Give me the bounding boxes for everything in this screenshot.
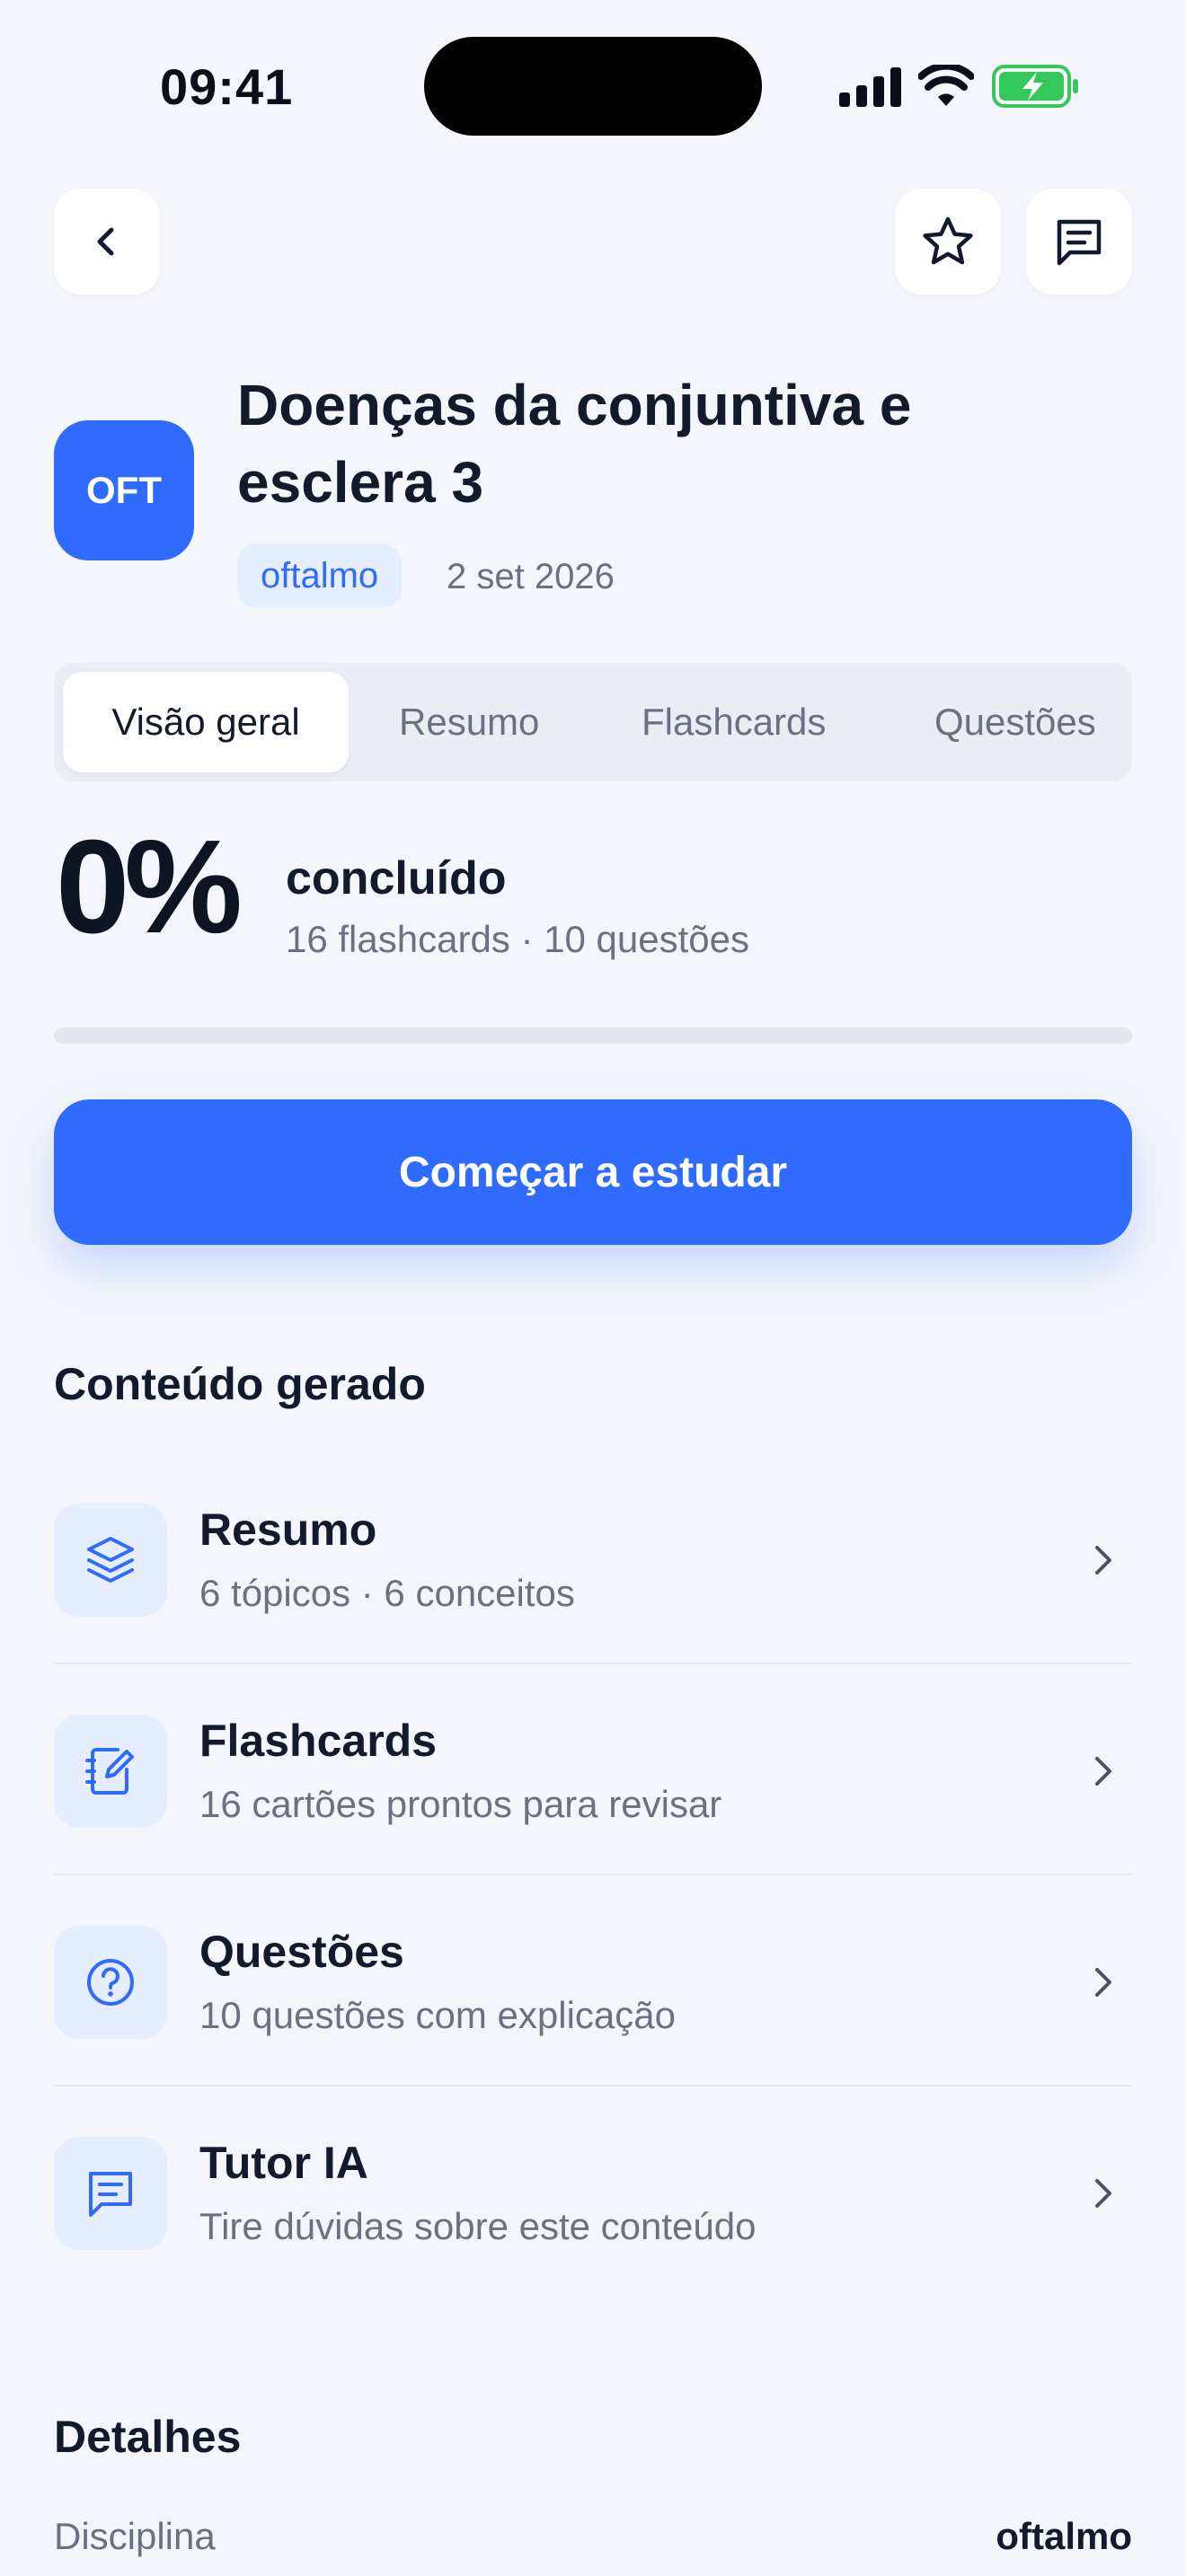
tab-questions[interactable]: Questões [934, 672, 1096, 772]
detail-label: Disciplina [54, 2515, 216, 2557]
generated-content-title: Conteúdo gerado [54, 1359, 426, 1409]
message-icon [89, 2172, 132, 2217]
tab-flashcards[interactable]: Flashcards [642, 672, 826, 772]
favorite-button[interactable] [895, 189, 1001, 295]
chevron-right-icon [1095, 1757, 1111, 1786]
chevron-right-icon [1095, 1546, 1111, 1575]
tab-summary[interactable]: Resumo [399, 672, 539, 772]
star-icon [923, 216, 973, 265]
list-item-subtitle: 6 tópicos · 6 conceitos [199, 1572, 575, 1614]
question-circle-icon [87, 1959, 134, 2006]
list-item-subtitle: 16 cartões prontos para revisar [199, 1783, 722, 1825]
battery-charging-icon [992, 65, 1078, 108]
progress-subtitle: 16 flashcards · 10 questões [286, 918, 749, 960]
start-studying-button[interactable]: Começar a estudar [54, 1099, 1132, 1245]
progress-bar [54, 1028, 1132, 1044]
progress-label: concluído [286, 852, 507, 904]
signal-icon [839, 67, 901, 107]
list-item-title: Questões [199, 1927, 404, 1977]
notes-button[interactable] [1026, 189, 1132, 295]
list-item-title: Resumo [199, 1504, 377, 1555]
subject-tag[interactable]: oftalmo [237, 544, 403, 607]
list-item-subtitle: Tire dúvidas sobre este conteúdo [199, 2205, 757, 2247]
list-item-title: Tutor IA [199, 2138, 368, 2188]
progress-percent: 0% [56, 813, 243, 961]
page-title: Doenças da conjuntiva e esclera 3 [237, 373, 912, 515]
status-time: 09:41 [160, 58, 294, 115]
chevron-right-icon [1095, 1968, 1111, 1997]
list-item-summary[interactable]: Resumo 6 tópicos · 6 conceitos [54, 1453, 1132, 1664]
list-item-questions[interactable]: Questões 10 questões com explicação [54, 1875, 1132, 2086]
detail-value: oftalmo [996, 2515, 1132, 2557]
list-item-title: Flashcards [199, 1716, 438, 1766]
list-item-tutor[interactable]: Tutor IA Tire dúvidas sobre este conteúd… [54, 2086, 1132, 2298]
list-item-flashcards[interactable]: Flashcards 16 cartões prontos para revis… [54, 1664, 1132, 1875]
details-title: Detalhes [54, 2412, 242, 2462]
wifi-icon [918, 65, 974, 106]
back-button[interactable] [54, 189, 160, 295]
layers-icon [87, 1537, 134, 1583]
dynamic-island [424, 37, 762, 136]
notebook-pen-icon [85, 1748, 134, 1795]
subject-badge: OFT [54, 420, 194, 560]
chevron-right-icon [1095, 2179, 1111, 2208]
tab-overview[interactable]: Visão geral [63, 672, 349, 772]
chevron-left-icon [97, 227, 114, 256]
message-icon [1057, 219, 1102, 266]
list-item-subtitle: 10 questões com explicação [199, 1994, 676, 2036]
date-label: 2 set 2026 [447, 557, 615, 596]
tab-bar: Visão geral Resumo Flashcards Questões [54, 663, 1132, 781]
